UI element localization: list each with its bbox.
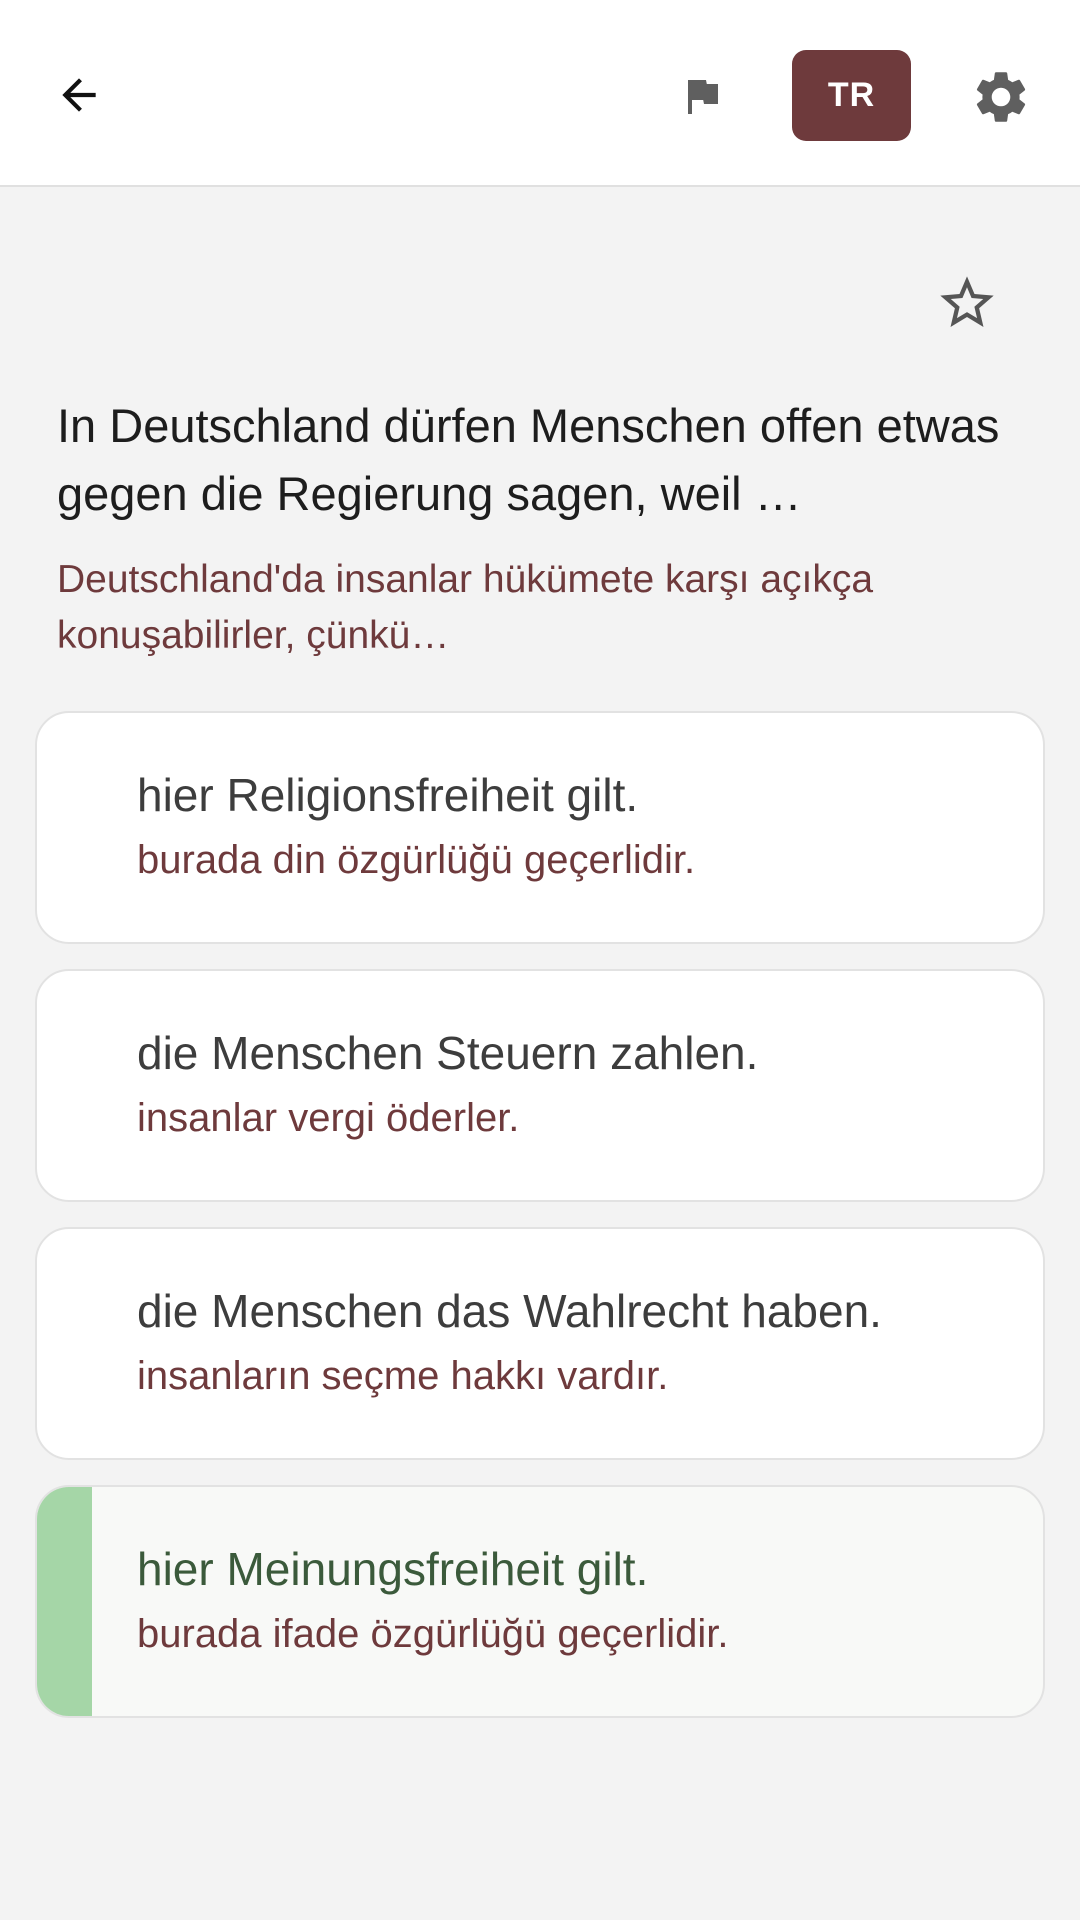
answer-translation: burada ifade özgürlüğü geçerlidir.: [137, 1612, 729, 1656]
back-button[interactable]: [44, 55, 114, 135]
question-translation: Deutschland'da insanlar hükümete karşı a…: [57, 558, 874, 657]
answer-translation: insanlar vergi öderler.: [137, 1096, 520, 1140]
answer-option-4-correct[interactable]: hier Meinungsfreiheit gilt. burada ifade…: [35, 1485, 1045, 1718]
flag-icon: [688, 80, 718, 114]
gear-icon: [976, 72, 1026, 122]
question-text: In Deutschland dürfen Menschen offen etw…: [57, 399, 1000, 520]
favorite-button[interactable]: [932, 268, 1002, 338]
star-outline-icon: [940, 276, 994, 327]
settings-button[interactable]: [966, 62, 1036, 132]
answer-text: die Menschen Steuern zahlen.: [137, 1027, 759, 1079]
answer-text: hier Religionsfreiheit gilt.: [137, 769, 639, 821]
answer-text: hier Meinungsfreiheit gilt.: [137, 1543, 649, 1595]
language-label: TR: [827, 76, 876, 114]
answer-option-2[interactable]: die Menschen Steuern zahlen. insanlar ve…: [35, 969, 1045, 1202]
correct-indicator-bar: [37, 1487, 92, 1716]
answer-option-3[interactable]: die Menschen das Wahlrecht haben. insanl…: [35, 1227, 1045, 1460]
top-app-bar: TR: [0, 0, 1080, 187]
answer-translation: burada din özgürlüğü geçerlidir.: [137, 838, 696, 882]
answer-option-1[interactable]: hier Religionsfreiheit gilt. burada din …: [35, 711, 1045, 944]
answer-text: die Menschen das Wahlrecht haben.: [137, 1285, 882, 1337]
language-button[interactable]: TR: [792, 50, 911, 141]
arrow-back-icon: [62, 78, 96, 112]
report-button[interactable]: [672, 66, 732, 126]
answer-translation: insanların seçme hakkı vardır.: [137, 1354, 669, 1398]
